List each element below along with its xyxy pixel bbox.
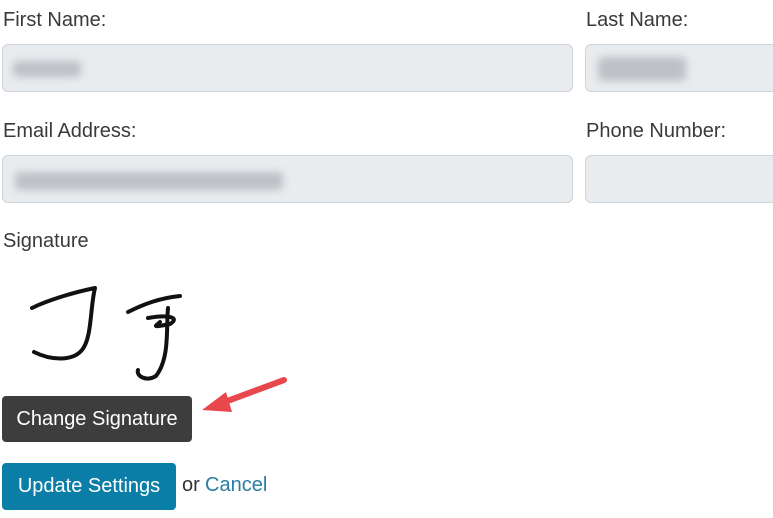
first-name-value	[3, 45, 572, 91]
signature-label: Signature	[3, 230, 89, 252]
last-name-label: Last Name:	[586, 9, 689, 31]
first-name-label: First Name:	[3, 9, 107, 31]
redacted-last-name	[598, 57, 686, 81]
first-name-field[interactable]	[2, 44, 573, 92]
signature-image	[30, 286, 182, 381]
change-signature-button[interactable]: Change Signature	[2, 396, 192, 442]
or-text: or	[182, 474, 200, 496]
email-field[interactable]	[2, 155, 573, 203]
phone-label: Phone Number:	[586, 120, 727, 142]
red-arrow-icon	[202, 377, 287, 412]
update-settings-button[interactable]: Update Settings	[2, 463, 176, 510]
phone-value	[586, 156, 773, 202]
email-label: Email Address:	[3, 120, 137, 142]
cancel-link[interactable]: Cancel	[205, 474, 267, 497]
redacted-first-name	[13, 61, 81, 77]
phone-field[interactable]	[585, 155, 773, 203]
redacted-email	[15, 172, 283, 190]
last-name-field[interactable]	[585, 44, 773, 92]
